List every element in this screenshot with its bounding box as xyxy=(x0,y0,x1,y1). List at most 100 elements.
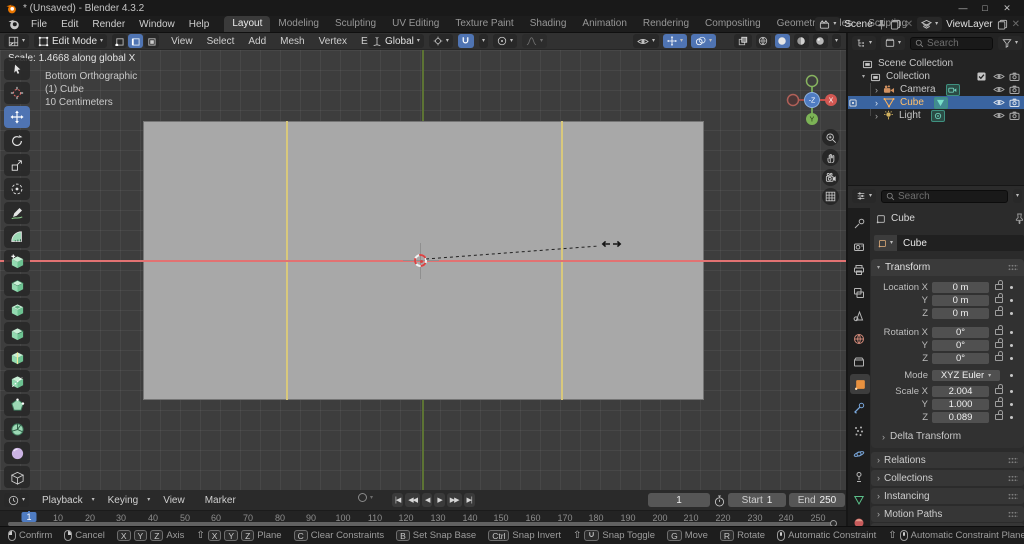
lock-icon[interactable] xyxy=(995,414,1003,420)
shading-solid-button[interactable] xyxy=(775,34,790,48)
show-gizmo-button[interactable]: ▾ xyxy=(663,34,687,48)
end-frame-field[interactable]: End 250 xyxy=(789,493,845,507)
menu-view[interactable]: View xyxy=(164,36,200,47)
tab-rendering[interactable]: Rendering xyxy=(635,16,697,32)
disable-render-icon[interactable] xyxy=(1009,72,1020,81)
next-keyframe-button[interactable]: ▶▶ xyxy=(447,493,462,507)
panel-grip-icon[interactable] xyxy=(1008,511,1018,518)
tool-loop-cut[interactable] xyxy=(4,346,30,368)
tool-add-cube[interactable] xyxy=(4,250,30,272)
tab-sculpting[interactable]: Sculpting xyxy=(327,16,384,32)
panel-grip-icon[interactable] xyxy=(1008,264,1018,271)
outliner-display-mode-dropdown[interactable]: ▾ xyxy=(852,36,876,50)
zoom-button[interactable] xyxy=(822,129,839,146)
tab-collection-icon[interactable] xyxy=(851,354,867,370)
scene-selector[interactable]: ▾ xyxy=(815,17,840,31)
menu-marker[interactable]: Marker xyxy=(198,495,243,506)
proportional-falloff-dropdown[interactable]: ▾ xyxy=(522,34,547,48)
panel-grip-icon[interactable] xyxy=(1008,457,1018,464)
lock-icon[interactable] xyxy=(995,355,1003,361)
menu-keying[interactable]: Keying▾ xyxy=(101,495,151,506)
panel-relations[interactable]: ›Relations xyxy=(871,452,1024,468)
menu-view-timeline[interactable]: View xyxy=(156,495,192,506)
tool-knife[interactable] xyxy=(4,370,30,392)
outliner-row-collection[interactable]: ▾ Collection xyxy=(848,70,1024,83)
animate-dot[interactable] xyxy=(1010,357,1013,360)
rotation-x-field[interactable]: 0° xyxy=(932,327,989,338)
hide-eye-icon[interactable] xyxy=(993,98,1005,107)
tab-view-layer-icon[interactable] xyxy=(851,285,867,301)
menu-file[interactable]: File xyxy=(24,19,54,30)
current-frame-badge[interactable]: 1 xyxy=(21,512,36,522)
hide-eye-icon[interactable] xyxy=(993,72,1005,81)
properties-search-input[interactable]: Search xyxy=(881,190,1008,203)
lock-icon[interactable] xyxy=(995,310,1003,316)
lock-icon[interactable] xyxy=(995,297,1003,303)
disable-render-icon[interactable] xyxy=(1009,111,1020,120)
object-id-dropdown[interactable]: ▾ xyxy=(874,235,897,251)
tool-measure[interactable] xyxy=(4,226,30,248)
viewport-3d[interactable]: Scale: 1.4668 along global X Bottom Orth… xyxy=(0,50,846,490)
tab-modifiers-icon[interactable] xyxy=(851,400,867,416)
proportional-edit-button[interactable]: ▾ xyxy=(493,34,517,48)
jump-to-end-button[interactable]: ▶| xyxy=(464,493,475,507)
breadcrumb-label[interactable]: Cube xyxy=(891,213,915,224)
tab-object-data-icon[interactable] xyxy=(851,492,867,508)
animate-dot[interactable] xyxy=(1010,286,1013,289)
navigation-gizmo[interactable]: X Y -Z xyxy=(783,71,841,129)
transform-orientation-dropdown[interactable]: Global ▾ xyxy=(368,34,424,48)
tool-bevel[interactable] xyxy=(4,322,30,344)
collection-checkbox[interactable] xyxy=(977,72,986,81)
properties-editor-type-button[interactable]: ▾ xyxy=(852,189,876,203)
tool-tweak[interactable] xyxy=(4,58,30,80)
rotation-y-field[interactable]: 0° xyxy=(932,340,989,351)
tool-transform[interactable] xyxy=(4,178,30,200)
camera-view-button[interactable] xyxy=(822,169,839,186)
outliner-filter-mode-dropdown[interactable]: ▾ xyxy=(881,36,905,50)
lock-icon[interactable] xyxy=(995,284,1003,290)
pan-button[interactable] xyxy=(822,149,839,166)
rotation-mode-dropdown[interactable]: XYZ Euler ▾ xyxy=(932,370,1000,381)
tool-rip-region[interactable] xyxy=(4,466,30,488)
tab-texture-paint[interactable]: Texture Paint xyxy=(447,16,521,32)
tab-modeling[interactable]: Modeling xyxy=(270,16,327,32)
tool-smooth[interactable] xyxy=(4,442,30,464)
animate-dot[interactable] xyxy=(1010,374,1013,377)
menu-mesh[interactable]: Mesh xyxy=(273,36,311,47)
animate-dot[interactable] xyxy=(1010,331,1013,334)
menu-help[interactable]: Help xyxy=(182,19,217,30)
light-data-icon[interactable] xyxy=(931,110,945,122)
snap-settings-dropdown[interactable]: ▾ xyxy=(479,34,488,48)
location-y-field[interactable]: 0 m xyxy=(932,295,989,306)
minimize-button[interactable]: — xyxy=(952,3,974,14)
object-name-field[interactable]: Cube xyxy=(897,235,1024,251)
disable-render-icon[interactable] xyxy=(1009,85,1020,94)
view-layer-name[interactable]: ViewLayer xyxy=(946,19,993,30)
transform-panel-header[interactable]: ▾ Transform xyxy=(871,259,1024,276)
outliner-row-camera[interactable]: › Camera xyxy=(848,83,1024,96)
shading-rendered-button[interactable] xyxy=(813,34,828,48)
location-x-field[interactable]: 0 m xyxy=(932,282,989,293)
tab-tool-icon[interactable] xyxy=(851,216,867,232)
pin-icon[interactable] xyxy=(877,19,886,30)
properties-options-dropdown[interactable]: ▾ xyxy=(1013,189,1022,203)
view-layer-selector[interactable]: ▾ xyxy=(917,17,942,31)
scene-name[interactable]: Scene xyxy=(844,19,872,30)
close-button[interactable]: ✕ xyxy=(996,3,1018,14)
vertex-select-button[interactable] xyxy=(112,34,127,48)
blender-menu-icon[interactable] xyxy=(0,18,24,30)
tool-poly-build[interactable] xyxy=(4,394,30,416)
perspective-toggle-button[interactable] xyxy=(822,188,839,205)
mode-dropdown[interactable]: Edit Mode ▾ xyxy=(34,34,107,48)
lock-icon[interactable] xyxy=(995,342,1003,348)
current-frame-field[interactable]: 1 xyxy=(648,493,710,507)
disable-render-icon[interactable] xyxy=(1009,98,1020,107)
menu-playback[interactable]: Playback▾ xyxy=(35,495,95,506)
lock-icon[interactable] xyxy=(995,329,1003,335)
animate-dot[interactable] xyxy=(1010,390,1013,393)
play-button[interactable]: ▶ xyxy=(434,493,444,507)
panel-instancing[interactable]: ›Instancing xyxy=(871,488,1024,504)
outliner-row-scene-collection[interactable]: Scene Collection xyxy=(848,57,1024,70)
camera-data-icon[interactable] xyxy=(946,84,960,96)
new-scene-icon[interactable] xyxy=(890,19,901,30)
